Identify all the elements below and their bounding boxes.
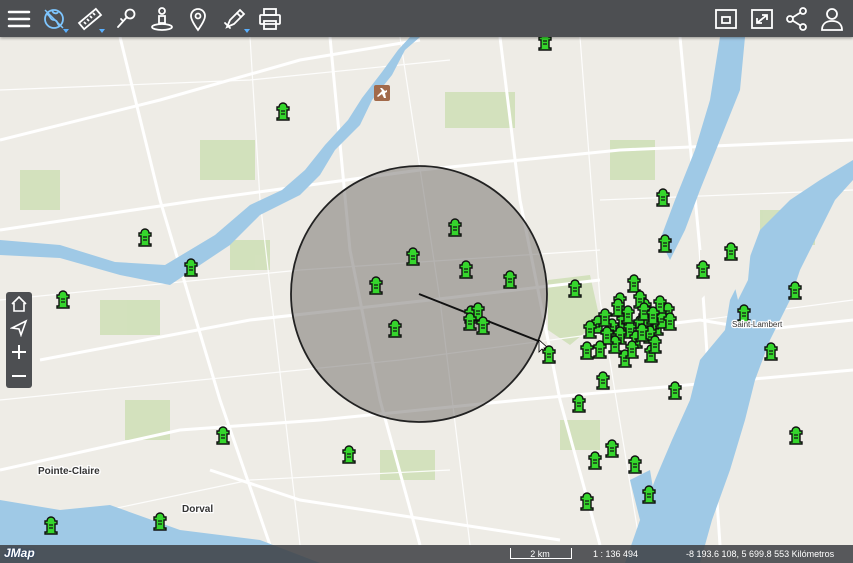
hydrant-icon[interactable] xyxy=(627,274,641,293)
hydrant-icon[interactable] xyxy=(572,394,586,413)
hydrant-icon[interactable] xyxy=(184,258,198,277)
map-canvas[interactable]: Pointe-Claire Dorval Saint-Lambert xyxy=(0,37,853,563)
hydrant-icon[interactable] xyxy=(542,345,556,364)
hydrant-icon[interactable] xyxy=(611,298,625,317)
hydrant-icon[interactable] xyxy=(646,306,660,325)
hydrant-icon[interactable] xyxy=(138,228,152,247)
hydrant-icon[interactable] xyxy=(580,492,594,511)
status-bar: JMap 2 km 1 : 136 494 -8 193.6 108, 5 69… xyxy=(0,545,853,563)
fullscreen-button[interactable] xyxy=(746,3,778,35)
pin-select-icon xyxy=(117,8,136,28)
hydrant-icon[interactable] xyxy=(724,242,738,261)
draw-button[interactable] xyxy=(219,3,251,35)
scale-ratio: 1 : 136 494 xyxy=(593,549,639,559)
hydrant-icon[interactable] xyxy=(648,335,662,354)
hydrant-icon[interactable] xyxy=(568,279,582,298)
hydrant-icon[interactable] xyxy=(44,516,58,535)
marker-button[interactable] xyxy=(182,3,214,35)
hydrant-icon[interactable] xyxy=(625,340,639,359)
user-button[interactable] xyxy=(816,3,848,35)
layers-button[interactable] xyxy=(38,3,70,35)
place-label-saint-lambert: Saint-Lambert xyxy=(732,320,783,329)
hydrant-icon[interactable] xyxy=(583,320,597,339)
top-toolbar xyxy=(0,0,853,37)
place-label-pointe-claire: Pointe-Claire xyxy=(38,466,100,477)
hydrant-icon[interactable] xyxy=(656,188,670,207)
menu-icon xyxy=(7,10,31,28)
home-icon xyxy=(11,295,27,312)
hydrant-icon[interactable] xyxy=(406,247,420,266)
hydrant-icon[interactable] xyxy=(276,102,290,121)
home-button[interactable] xyxy=(6,292,32,316)
navigation-controls xyxy=(6,292,32,388)
user-icon xyxy=(821,8,843,31)
fullscreen-icon xyxy=(751,9,773,29)
hydrant-icon[interactable] xyxy=(459,260,473,279)
zoom-in-button[interactable] xyxy=(6,340,32,364)
print-button[interactable] xyxy=(254,3,286,35)
hydrant-icon[interactable] xyxy=(598,308,612,327)
place-label-dorval: Dorval xyxy=(182,504,213,515)
share-button[interactable] xyxy=(781,3,813,35)
navigate-arrow-icon xyxy=(10,319,28,337)
hydrant-icon[interactable] xyxy=(605,439,619,458)
hydrant-icon[interactable] xyxy=(580,341,594,360)
hydrant-icon[interactable] xyxy=(342,445,356,464)
hydrant-icon[interactable] xyxy=(369,276,383,295)
hydrant-icon[interactable] xyxy=(538,37,552,51)
person-location-icon xyxy=(151,7,173,31)
hydrant-icon[interactable] xyxy=(628,455,642,474)
select-button[interactable] xyxy=(110,3,142,35)
hydrant-icon[interactable] xyxy=(788,281,802,300)
hydrant-icon[interactable] xyxy=(789,426,803,445)
window-icon xyxy=(715,9,737,29)
share-icon xyxy=(786,7,807,31)
hydrant-icon[interactable] xyxy=(216,426,230,445)
zoom-out-button[interactable] xyxy=(6,364,32,388)
hydrant-icon[interactable] xyxy=(635,323,649,342)
buffer-zone xyxy=(290,165,550,423)
hydrant-icon[interactable] xyxy=(764,342,778,361)
app-logo: JMap xyxy=(4,546,35,560)
hydrant-icon[interactable] xyxy=(476,316,490,335)
hydrant-icon[interactable] xyxy=(56,290,70,309)
hydrant-icon[interactable] xyxy=(658,234,672,253)
window-button[interactable] xyxy=(710,3,742,35)
hydrant-icon[interactable] xyxy=(388,319,402,338)
hydrant-icon[interactable] xyxy=(588,451,602,470)
zoom-out-icon xyxy=(12,375,26,377)
hydrant-icon[interactable] xyxy=(448,218,462,237)
hydrant-icon[interactable] xyxy=(503,270,517,289)
hydrant-icon[interactable] xyxy=(153,512,167,531)
locate-button[interactable] xyxy=(146,3,178,35)
zoom-in-icon xyxy=(12,345,26,359)
hydrant-icon[interactable] xyxy=(668,381,682,400)
hydrant-icon[interactable] xyxy=(463,312,477,331)
hydrant-icon[interactable] xyxy=(593,340,607,359)
map-marker-icon xyxy=(190,8,206,32)
hydrant-icon[interactable] xyxy=(663,312,677,331)
hydrant-icon[interactable] xyxy=(596,371,610,390)
scale-label: 2 km xyxy=(530,549,550,559)
measure-button[interactable] xyxy=(74,3,106,35)
navigate-button[interactable] xyxy=(6,316,32,340)
cursor-coordinates: -8 193.6 108, 5 699.8 553 Kilómetros xyxy=(686,549,835,559)
airport-icon[interactable] xyxy=(374,85,390,101)
hydrant-icon[interactable] xyxy=(696,260,710,279)
hydrant-icon[interactable] xyxy=(642,485,656,504)
printer-icon xyxy=(259,8,281,30)
menu-button[interactable] xyxy=(3,3,35,35)
